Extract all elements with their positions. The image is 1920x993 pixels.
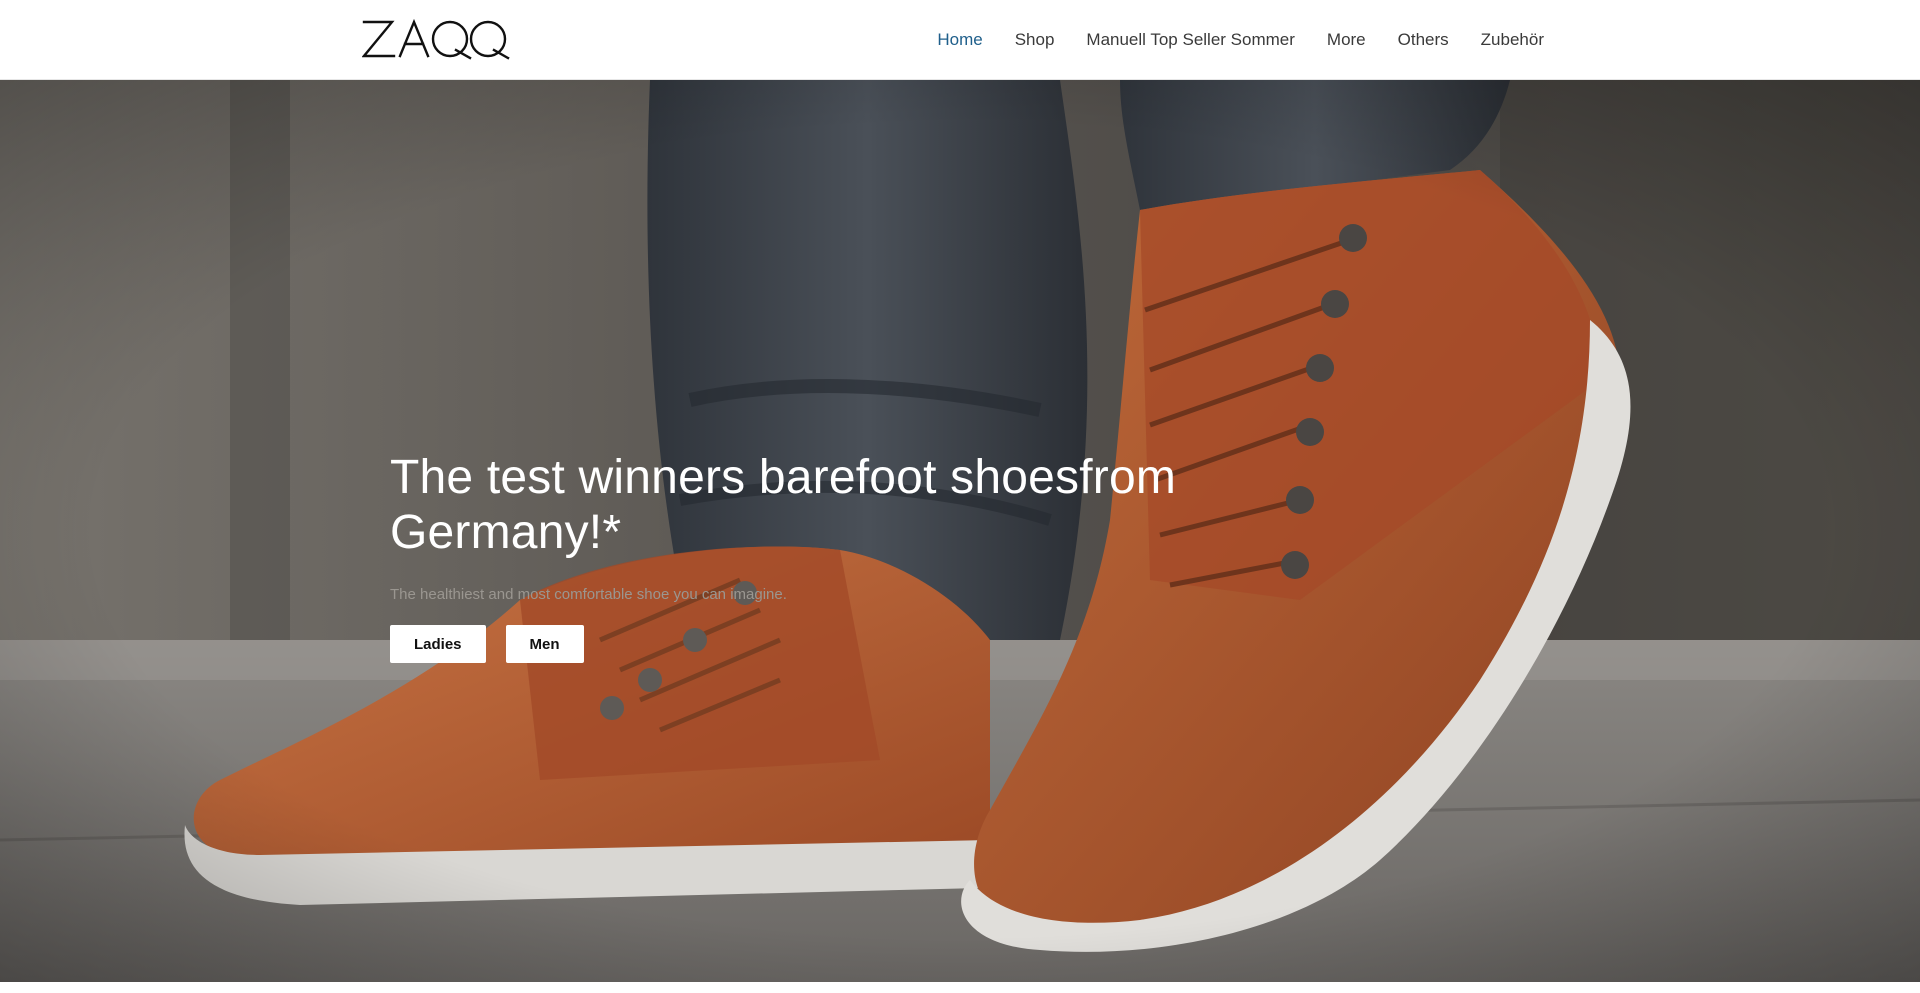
hero-subtitle: The healthiest and most comfortable shoe… bbox=[390, 586, 787, 604]
nav-home[interactable]: Home bbox=[937, 30, 982, 50]
nav-others[interactable]: Others bbox=[1398, 30, 1449, 50]
ladies-button[interactable]: Ladies bbox=[390, 625, 486, 664]
main-navigation: Home Shop Manuell Top Seller Sommer More… bbox=[937, 0, 1544, 80]
hero-title: The test winners barefoot shoesfrom Germ… bbox=[390, 451, 1177, 560]
logo-wordmark bbox=[361, 18, 510, 60]
zaqq-logo[interactable] bbox=[361, 18, 510, 60]
hero-content: The test winners barefoot shoesfrom Germ… bbox=[390, 450, 1390, 664]
nav-manuell-top-seller-sommer[interactable]: Manuell Top Seller Sommer bbox=[1086, 30, 1295, 50]
page-bottom-edge bbox=[0, 982, 1920, 993]
men-button[interactable]: Men bbox=[505, 625, 584, 664]
site-header: Home Shop Manuell Top Seller Sommer More… bbox=[0, 0, 1920, 80]
nav-zubehoer[interactable]: Zubehör bbox=[1481, 30, 1544, 50]
nav-shop[interactable]: Shop bbox=[1015, 30, 1055, 50]
hero-banner: The test winners barefoot shoesfrom Germ… bbox=[0, 80, 1920, 982]
nav-more[interactable]: More bbox=[1327, 30, 1366, 50]
hero-button-group: Ladies Men bbox=[390, 625, 1390, 664]
